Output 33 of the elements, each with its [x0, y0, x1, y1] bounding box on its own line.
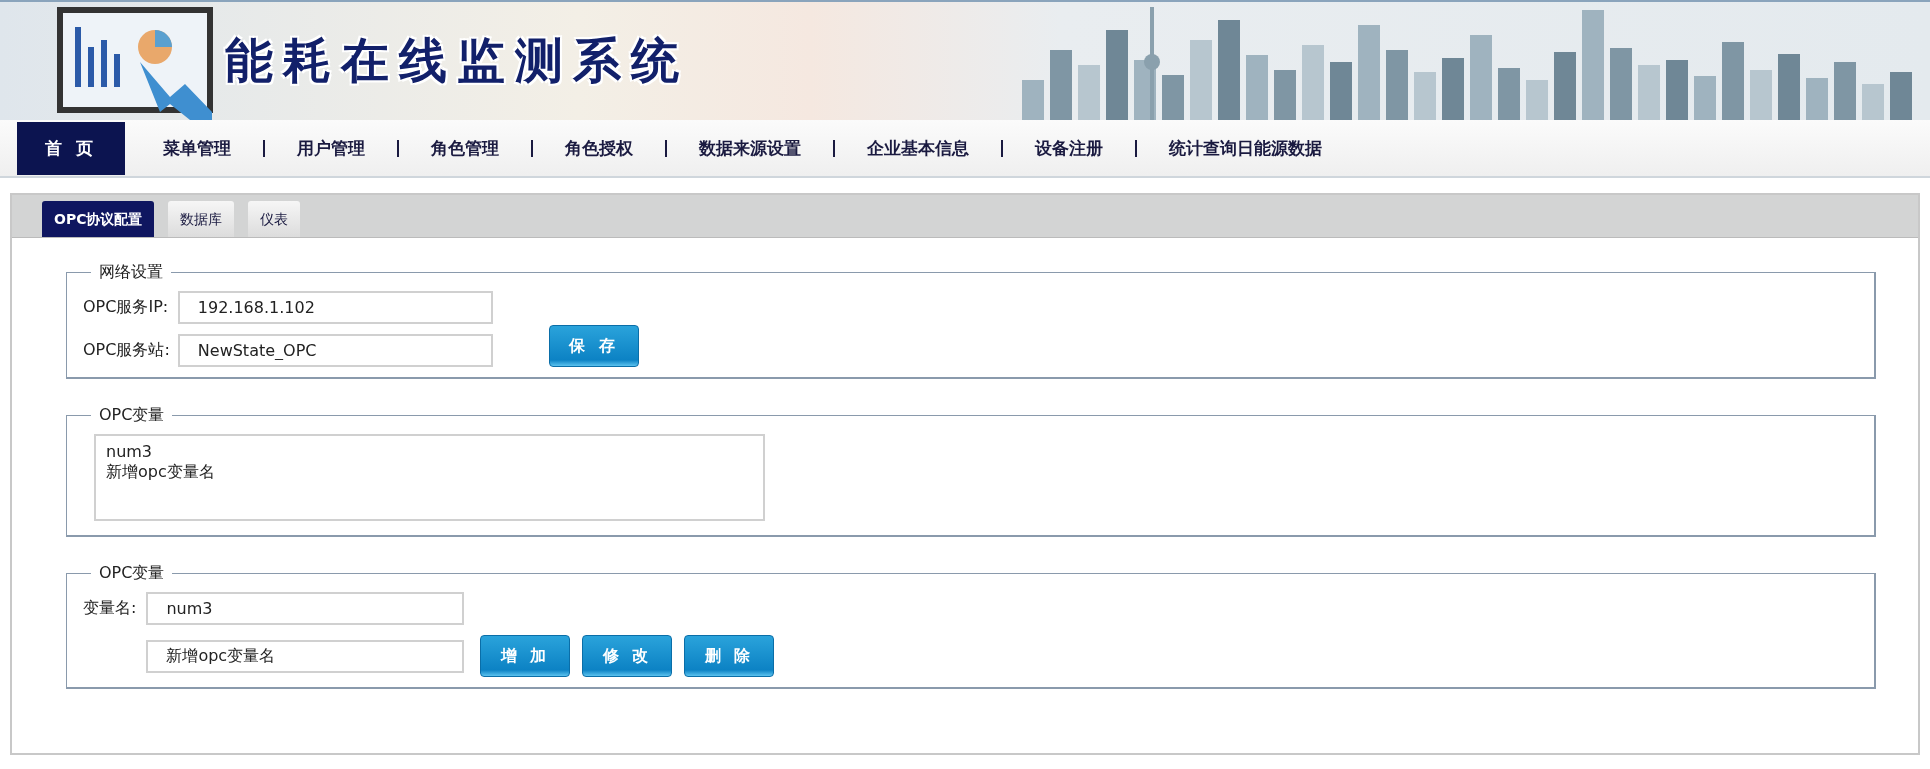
list-item[interactable]: num3: [106, 442, 753, 462]
site-title: 能耗在线监测系统: [225, 31, 689, 90]
nav-item[interactable]: 设备注册: [1002, 121, 1135, 175]
nav-item[interactable]: 统计查询日能源数据: [1136, 121, 1354, 175]
save-button[interactable]: 保 存: [548, 325, 639, 367]
field-label: OPC服务站:: [83, 340, 170, 361]
list-item[interactable]: 新增opc变量名: [106, 462, 753, 482]
nav-item[interactable]: 首 页: [17, 121, 125, 175]
tab[interactable]: OPC协议配置: [42, 201, 155, 237]
action-button[interactable]: 修 改: [582, 635, 673, 677]
text-field[interactable]: NewState_OPC: [177, 334, 493, 367]
pie-chart-icon: [138, 30, 172, 64]
nav-item[interactable]: 数据来源设置: [666, 121, 833, 175]
tab[interactable]: 仪表: [248, 201, 301, 237]
nav-item[interactable]: 角色管理: [398, 121, 531, 175]
group-title: OPC变量: [98, 563, 166, 584]
group-title: 网络设置: [98, 262, 164, 283]
variable-listbox[interactable]: num3 新增opc变量名: [94, 434, 765, 521]
arrow-drawing: [140, 62, 212, 120]
action-button[interactable]: 增 加: [480, 635, 571, 677]
nav-item[interactable]: 用户管理: [264, 121, 397, 175]
text-field[interactable]: num3: [146, 592, 465, 625]
text-field[interactable]: 192.168.1.102: [177, 291, 493, 324]
action-button[interactable]: 删 除: [684, 635, 775, 677]
tab[interactable]: 数据库: [168, 201, 235, 237]
bar-chart-icon: [75, 27, 120, 87]
field-label: OPC服务IP:: [83, 297, 170, 318]
nav-item[interactable]: 角色授权: [532, 121, 665, 175]
text-field[interactable]: 新增opc变量名: [146, 639, 465, 673]
nav-item[interactable]: 企业基本信息: [834, 121, 1001, 175]
nav-item[interactable]: 菜单管理: [130, 121, 263, 175]
group-title: OPC变量: [98, 405, 166, 426]
field-label: 变量名:: [83, 598, 137, 619]
